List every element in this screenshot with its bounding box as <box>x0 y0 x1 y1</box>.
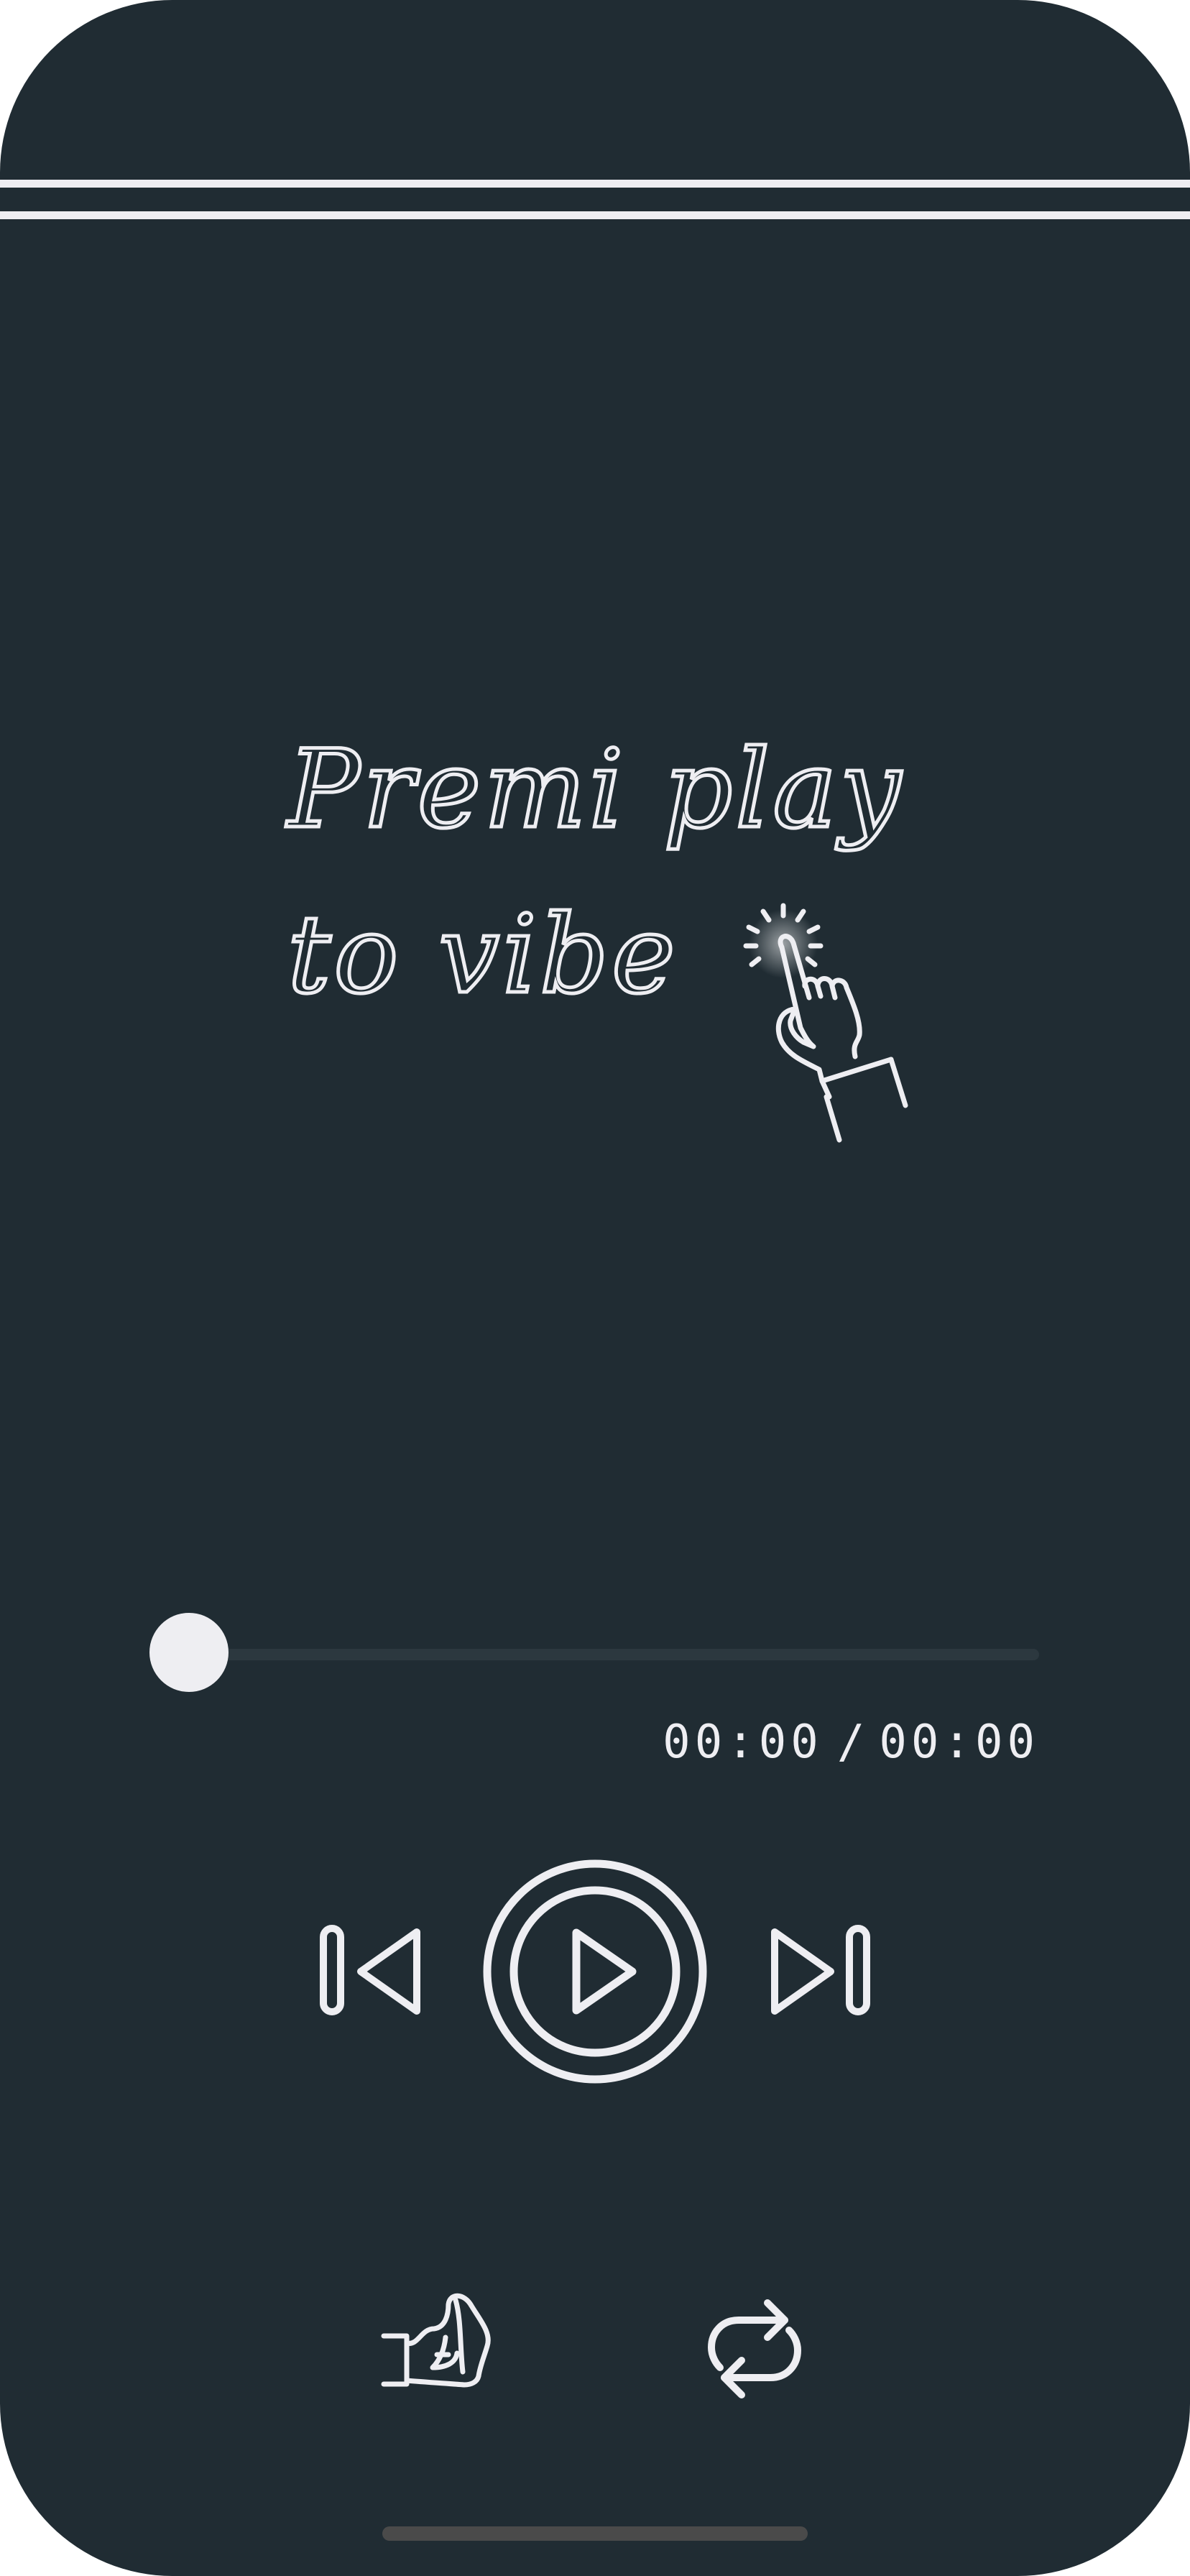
progress-thumb[interactable] <box>149 1613 229 1692</box>
progress-track[interactable] <box>188 1649 1039 1660</box>
next-button[interactable] <box>766 1912 881 2027</box>
thumbs-up-icon <box>381 2293 491 2388</box>
total-time: 00:00 <box>879 1716 1039 1769</box>
play-button[interactable] <box>481 1858 709 2085</box>
repeat-icon <box>708 2299 801 2398</box>
play-hint: Premi play to vibe <box>284 726 908 1143</box>
header-divider-top <box>0 180 1190 188</box>
home-indicator <box>382 2526 808 2541</box>
hint-line-1: Premi play <box>285 727 903 852</box>
header-divider-bottom <box>0 211 1190 219</box>
time-separator: / <box>836 1716 865 1769</box>
skip-previous-icon <box>320 1925 420 2015</box>
hint-line-2: to vibe <box>287 893 678 1018</box>
like-button[interactable] <box>377 2286 499 2393</box>
music-player-screen: Premi play to vibe 00:00 / 00:00 <box>0 0 1190 2576</box>
repeat-button[interactable] <box>697 2291 812 2406</box>
skip-next-icon <box>771 1925 870 2015</box>
play-circle-icon <box>483 1859 707 2084</box>
current-time: 00:00 <box>663 1716 823 1769</box>
time-readout: 00:00 / 00:00 <box>663 1714 1039 1771</box>
tap-hand-icon <box>743 903 908 1143</box>
previous-button[interactable] <box>309 1912 424 2027</box>
